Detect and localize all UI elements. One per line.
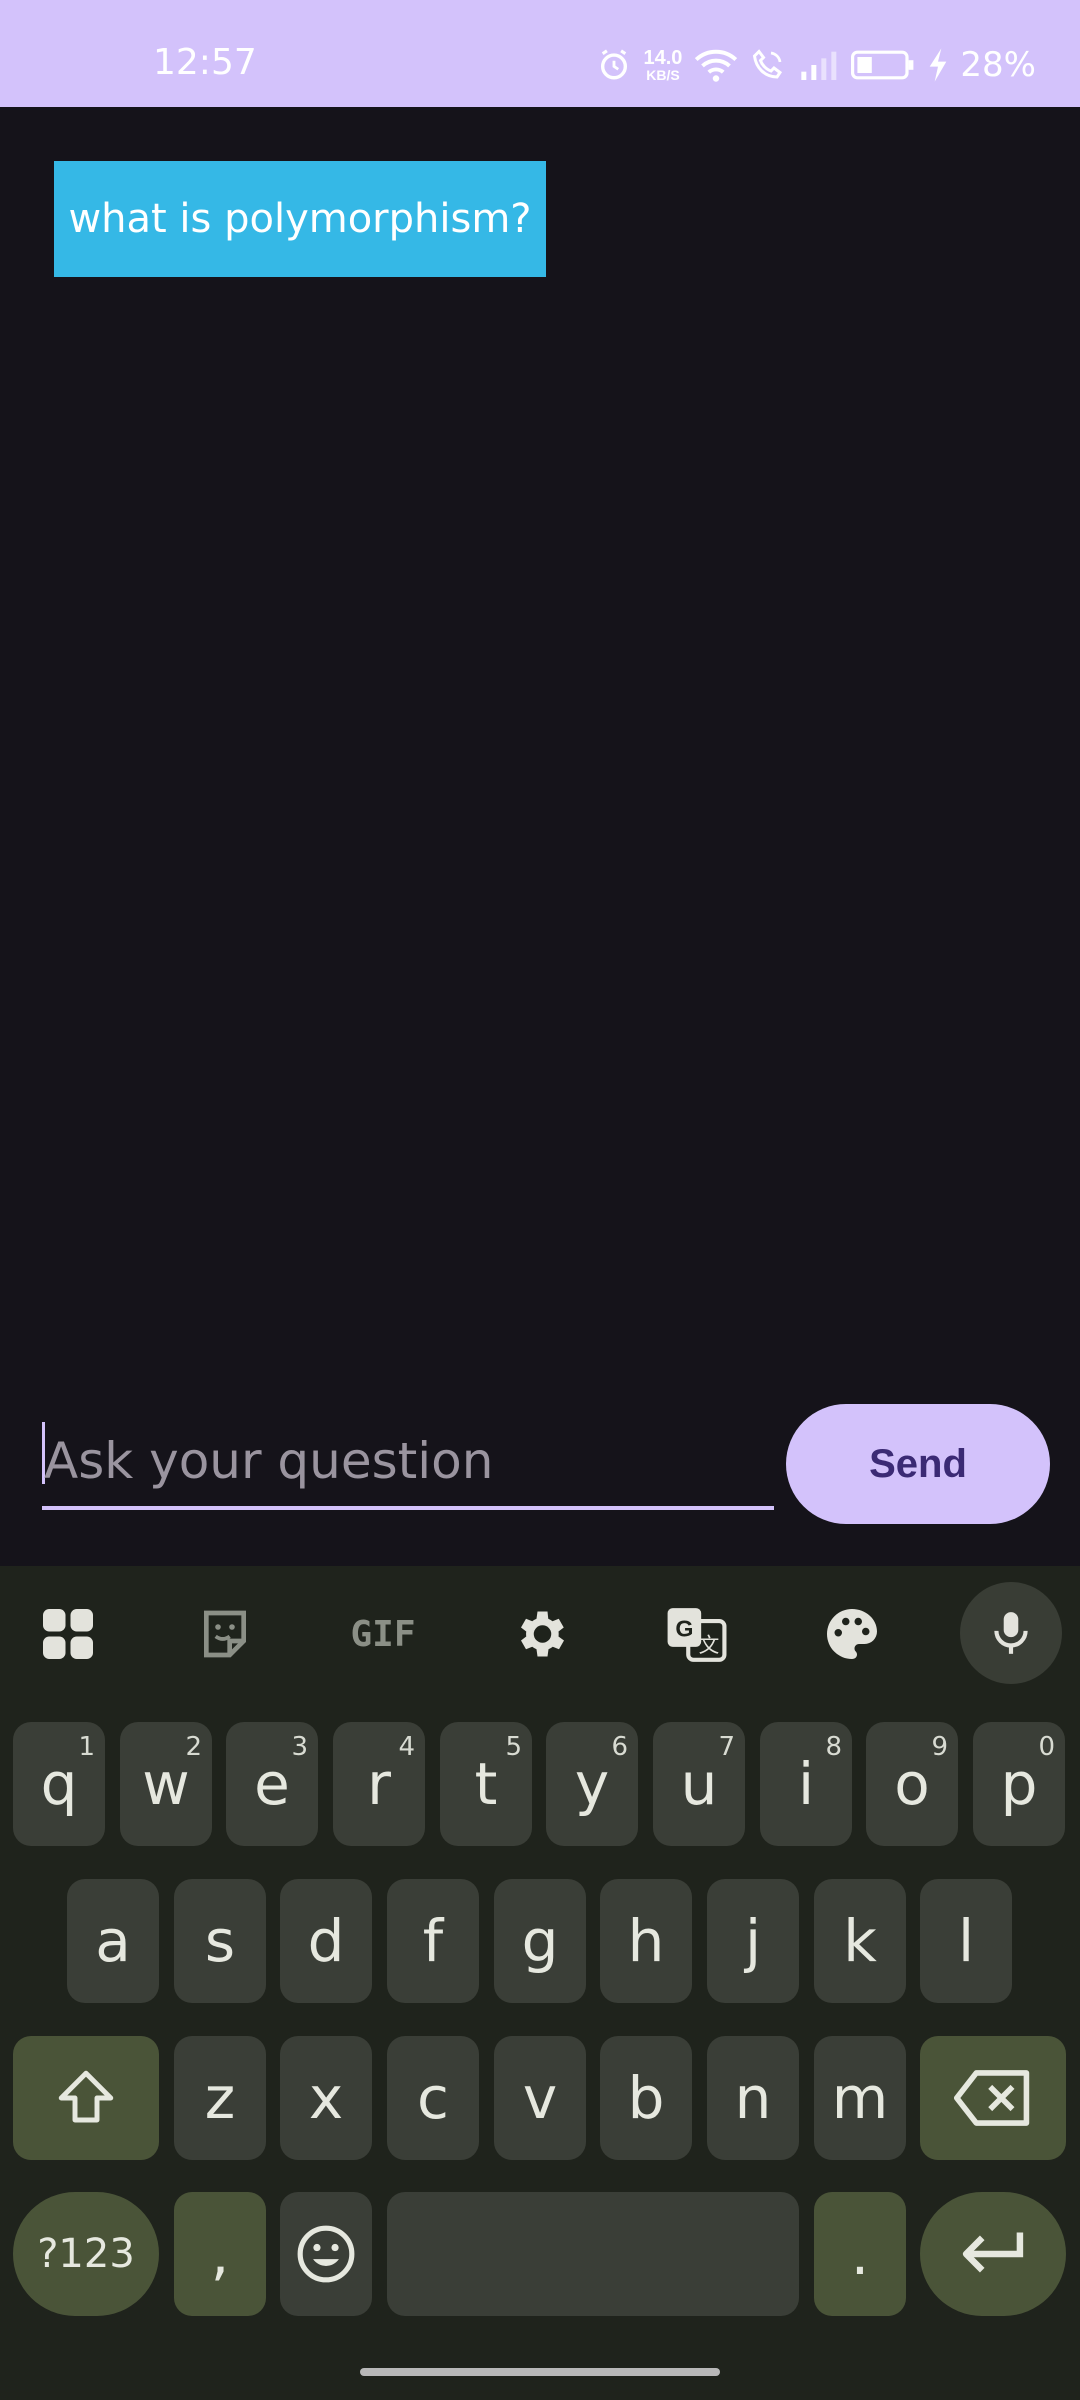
shift-key[interactable]: [13, 2036, 159, 2160]
key-o[interactable]: o9: [866, 1722, 958, 1846]
status-bar: 12:57 14.0 KB/S 28%: [0, 0, 1080, 107]
key-d[interactable]: d: [280, 1879, 372, 2003]
key-z[interactable]: z: [174, 2036, 266, 2160]
key-v[interactable]: v: [494, 2036, 586, 2160]
sticker-icon[interactable]: [193, 1602, 257, 1666]
battery-percent: 28%: [960, 45, 1036, 85]
emoji-icon: [297, 2225, 355, 2283]
key-e[interactable]: e3: [226, 1722, 318, 1846]
translate-icon[interactable]: G文: [664, 1602, 728, 1666]
apps-grid-icon[interactable]: [36, 1602, 100, 1666]
key-w[interactable]: w2: [120, 1722, 212, 1846]
soft-keyboard: GIF G文 q1 w2 e3 r4 t5 y6 u7 i8 o9 p0 a s…: [0, 1566, 1080, 2400]
gif-icon[interactable]: GIF: [343, 1602, 423, 1666]
backspace-icon: [954, 2070, 1030, 2126]
network-speed-value: 14.0: [643, 47, 683, 69]
network-speed: 14.0 KB/S: [643, 48, 682, 82]
key-k[interactable]: k: [814, 1879, 906, 2003]
palette-icon[interactable]: [820, 1602, 884, 1666]
key-f[interactable]: f: [387, 1879, 479, 2003]
send-button[interactable]: Send: [786, 1404, 1050, 1524]
key-i[interactable]: i8: [760, 1722, 852, 1846]
user-message-bubble: what is polymorphism?: [54, 161, 546, 277]
key-b[interactable]: b: [600, 2036, 692, 2160]
alarm-icon: [597, 48, 631, 82]
key-g[interactable]: g: [494, 1879, 586, 2003]
key-m[interactable]: m: [814, 2036, 906, 2160]
network-speed-unit: KB/S: [646, 67, 680, 83]
key-r[interactable]: r4: [333, 1722, 425, 1846]
question-input[interactable]: Ask your question: [42, 1404, 774, 1510]
symbols-key[interactable]: ?123: [13, 2192, 159, 2316]
key-q[interactable]: q1: [13, 1722, 105, 1846]
settings-gear-icon[interactable]: [508, 1602, 572, 1666]
wifi-calling-icon: [750, 47, 786, 83]
charging-icon: [928, 48, 948, 82]
key-u[interactable]: u7: [653, 1722, 745, 1846]
svg-text:文: 文: [699, 1633, 720, 1657]
home-indicator[interactable]: [360, 2368, 720, 2376]
key-l[interactable]: l: [920, 1879, 1012, 2003]
key-c[interactable]: c: [387, 2036, 479, 2160]
enter-icon: [962, 2232, 1024, 2273]
key-y[interactable]: y6: [546, 1722, 638, 1846]
status-icons: 14.0 KB/S 28%: [597, 40, 1036, 90]
key-s[interactable]: s: [174, 1879, 266, 2003]
wifi-icon: [694, 47, 738, 83]
key-t[interactable]: t5: [440, 1722, 532, 1846]
status-time: 12:57: [153, 42, 257, 83]
battery-icon: [850, 49, 916, 81]
shift-icon: [58, 2070, 114, 2123]
key-x[interactable]: x: [280, 2036, 372, 2160]
emoji-key[interactable]: [280, 2192, 372, 2316]
period-key[interactable]: .: [814, 2192, 906, 2316]
key-p[interactable]: p0: [973, 1722, 1065, 1846]
space-key[interactable]: [387, 2192, 799, 2316]
message-text: what is polymorphism?: [68, 196, 532, 242]
microphone-button[interactable]: [960, 1582, 1062, 1684]
signal-icon: [798, 48, 838, 82]
key-a[interactable]: a: [67, 1879, 159, 2003]
key-n[interactable]: n: [707, 2036, 799, 2160]
key-h[interactable]: h: [600, 1879, 692, 2003]
key-j[interactable]: j: [707, 1879, 799, 2003]
backspace-key[interactable]: [920, 2036, 1066, 2160]
keyboard-toolbar: GIF G文: [0, 1566, 1080, 1698]
input-placeholder: Ask your question: [44, 1432, 494, 1490]
enter-key[interactable]: [920, 2192, 1066, 2316]
svg-text:G: G: [675, 1616, 693, 1642]
comma-key[interactable]: ,: [174, 2192, 266, 2316]
microphone-icon: [994, 1612, 1028, 1654]
